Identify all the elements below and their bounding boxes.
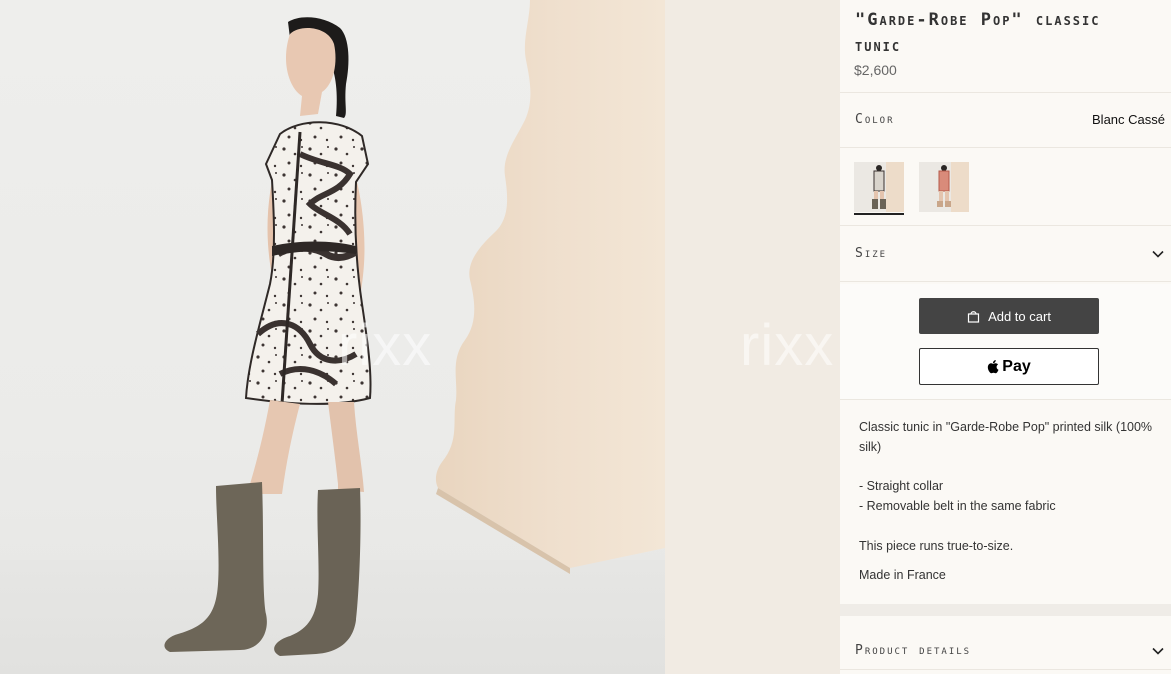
selected-swatch-indicator	[854, 213, 904, 215]
photo-gap-background: rixx	[665, 0, 840, 674]
color-swatch-blanc-casse[interactable]	[854, 162, 904, 212]
description-origin: Made in France	[859, 568, 946, 582]
section-separator	[840, 604, 1171, 616]
selected-color-value: Blanc Cassé	[1092, 112, 1165, 127]
apple-pay-label: Pay	[1002, 357, 1031, 375]
shopping-bag-icon	[967, 310, 980, 323]
product-details-label: Product details	[855, 643, 972, 658]
color-swatch-alternate[interactable]	[919, 162, 969, 212]
divider	[840, 147, 1171, 148]
description-bullet: - Removable belt in the same fabric	[859, 499, 1056, 513]
swatch-thumbnail	[854, 162, 904, 212]
wood-panel-backdrop	[435, 0, 665, 574]
add-to-cart-label: Add to cart	[988, 308, 1051, 324]
divider	[840, 669, 1171, 670]
product-info-panel: "Garde-Robe Pop" classic tunic $2,600 Co…	[840, 0, 1171, 674]
product-price: $2,600	[854, 62, 897, 78]
chevron-down-icon[interactable]	[1151, 247, 1165, 261]
apple-logo-icon	[988, 360, 999, 374]
description-bullet: - Straight collar	[859, 479, 944, 493]
watermark-text: rixx	[740, 313, 835, 378]
size-selector[interactable]	[840, 226, 1171, 280]
add-to-cart-button[interactable]: Add to cart	[919, 298, 1099, 334]
chevron-down-icon[interactable]	[1151, 644, 1165, 658]
size-label: Size	[855, 246, 888, 261]
swatch-thumbnail	[919, 162, 969, 212]
product-title: "Garde-Robe Pop" classic tunic	[855, 10, 1101, 56]
apple-pay-button[interactable]: Pay	[919, 348, 1099, 385]
color-label: Color	[855, 112, 895, 127]
model-figure	[164, 17, 372, 656]
product-photo[interactable]: rixx	[0, 0, 665, 674]
divider	[840, 399, 1171, 400]
description-intro: Classic tunic in "Garde-Robe Pop" printe…	[859, 420, 1153, 454]
divider	[840, 281, 1171, 282]
divider	[840, 92, 1171, 93]
description-fit: This piece runs true-to-size.	[859, 539, 1014, 553]
